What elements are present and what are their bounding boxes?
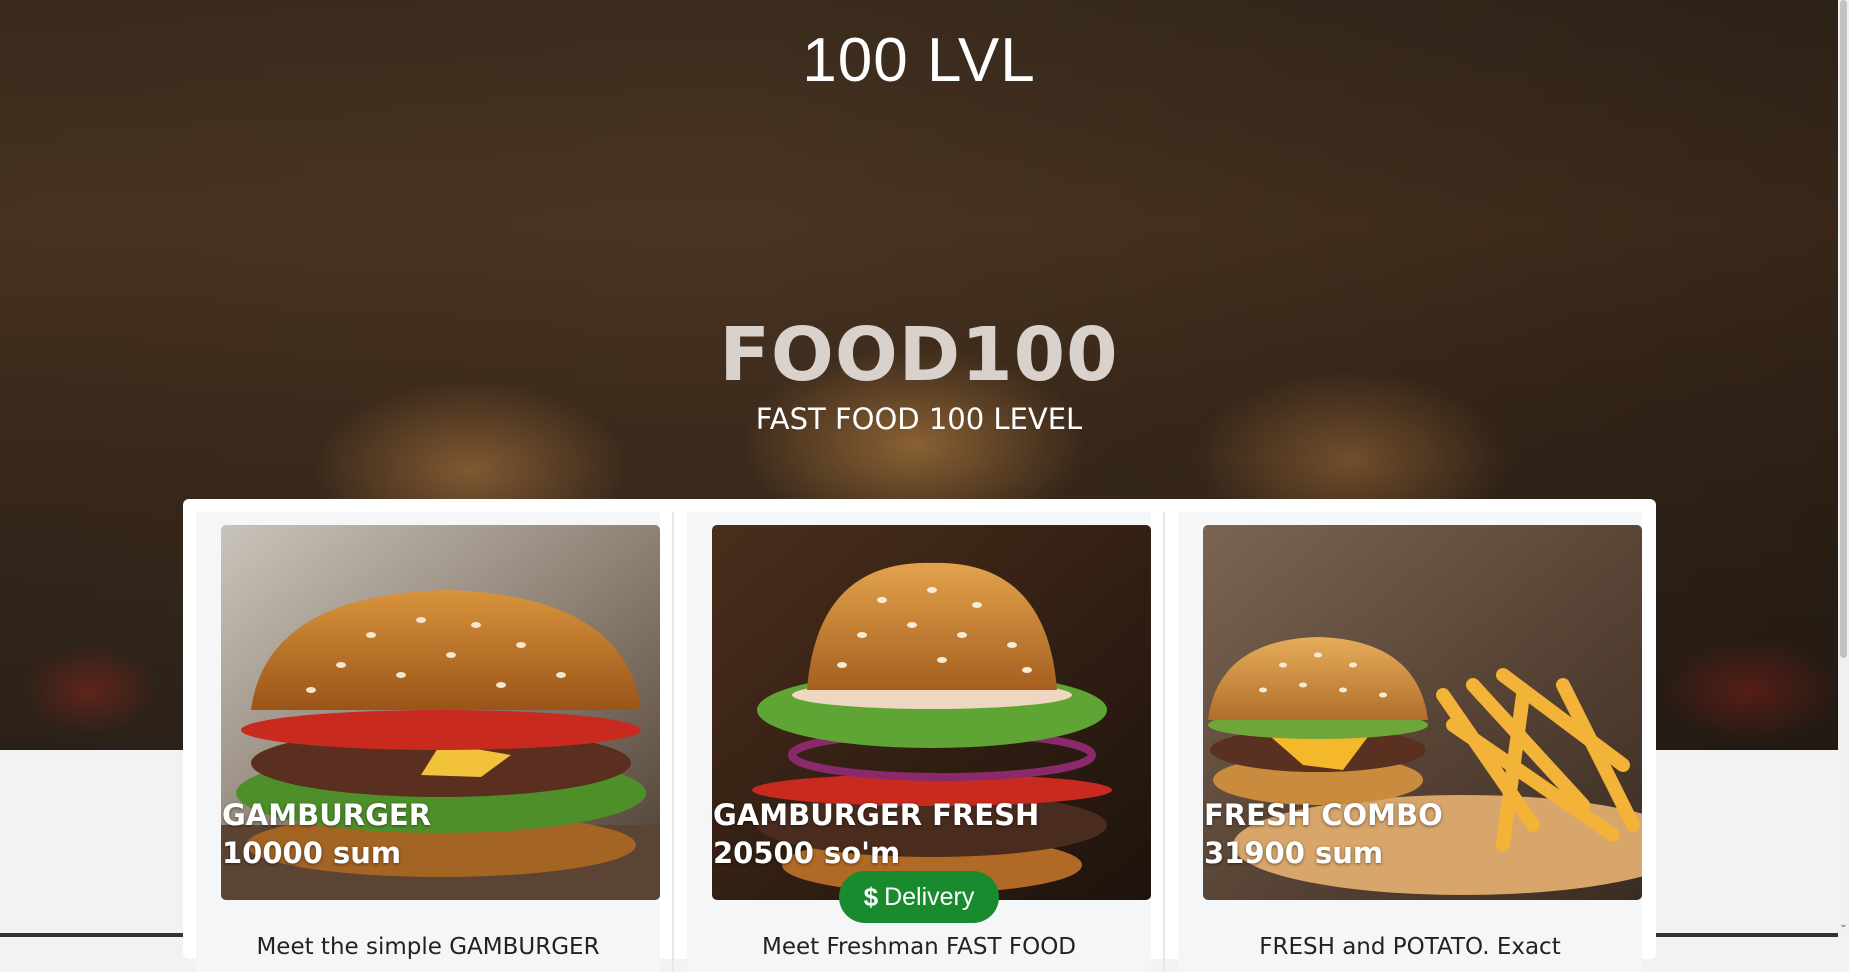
product-name: GAMBURGER [222, 798, 432, 832]
card-divider [1163, 512, 1165, 972]
product-name: FRESH COMBO [1204, 798, 1443, 832]
site-title: 100 LVL [802, 26, 1036, 95]
brand-name: FOOD100 [719, 312, 1119, 398]
delivery-button[interactable]: $ Delivery [839, 871, 999, 923]
product-description: FRESH and POTATO. Exact [1259, 934, 1561, 960]
product-price: 10000 sum [222, 836, 402, 870]
delivery-label: Delivery [884, 882, 975, 911]
product-description: Meet Freshman FAST FOOD [761, 934, 1077, 960]
product-price: 20500 so'm [713, 836, 901, 870]
product-price: 31900 sum [1204, 836, 1384, 870]
scroll-down-arrow-icon[interactable]: ⌄ [1839, 918, 1848, 932]
product-name: GAMBURGER FRESH [713, 798, 1040, 832]
scrollbar[interactable]: ⌄ [1838, 0, 1849, 937]
scrollbar-thumb[interactable] [1840, 0, 1847, 658]
dollar-icon: $ [863, 881, 879, 912]
brand-tagline: FAST FOOD 100 LEVEL [755, 402, 1083, 436]
product-card[interactable]: FRESH COMBO 31900 sum FRESH and POTATO. … [1178, 512, 1642, 972]
product-description: Meet the simple GAMBURGER [256, 934, 600, 960]
product-card[interactable]: GAMBURGER 10000 sum Meet the simple GAMB… [196, 512, 660, 972]
card-divider [672, 512, 674, 972]
